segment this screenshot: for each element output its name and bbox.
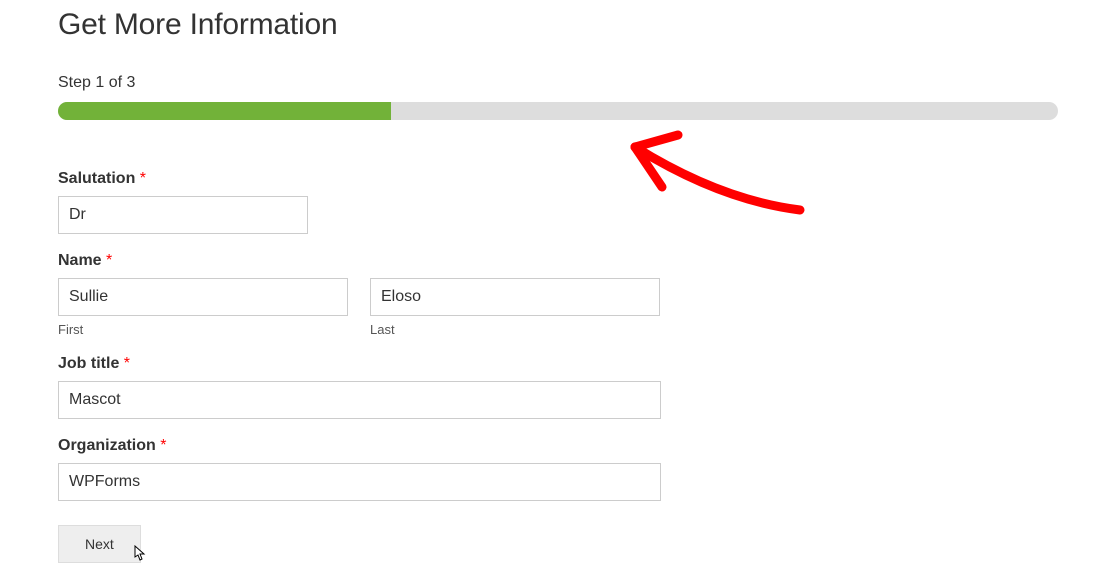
required-marker: *	[106, 252, 112, 269]
progress-fill	[58, 102, 391, 120]
name-label-text: Name	[58, 252, 102, 269]
required-marker: *	[140, 170, 146, 187]
first-name-sublabel: First	[58, 322, 348, 337]
first-name-input[interactable]	[58, 278, 348, 316]
organization-input[interactable]	[58, 463, 661, 501]
field-organization: Organization *	[58, 437, 1058, 501]
salutation-input[interactable]	[58, 196, 308, 234]
name-label: Name *	[58, 252, 1058, 270]
field-name: Name * First Last	[58, 252, 1058, 337]
organization-label-text: Organization	[58, 437, 156, 454]
page-title: Get More Information	[58, 8, 1058, 42]
field-jobtitle: Job title *	[58, 355, 1058, 419]
jobtitle-label-text: Job title	[58, 355, 119, 372]
last-name-sublabel: Last	[370, 322, 660, 337]
required-marker: *	[124, 355, 130, 372]
jobtitle-label: Job title *	[58, 355, 1058, 373]
organization-label: Organization *	[58, 437, 1058, 455]
next-button[interactable]: Next	[58, 525, 141, 563]
jobtitle-input[interactable]	[58, 381, 661, 419]
progress-bar	[58, 102, 1058, 120]
last-name-input[interactable]	[370, 278, 660, 316]
required-marker: *	[160, 437, 166, 454]
salutation-label: Salutation *	[58, 170, 1058, 188]
salutation-label-text: Salutation	[58, 170, 135, 187]
step-indicator: Step 1 of 3	[58, 74, 1058, 92]
field-salutation: Salutation *	[58, 170, 1058, 234]
